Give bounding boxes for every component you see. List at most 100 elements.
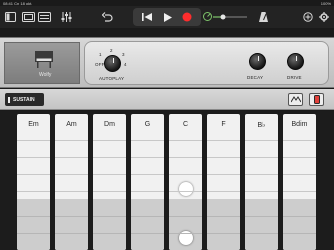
autoplay-knob[interactable] xyxy=(104,55,121,72)
chord-strip-dm[interactable]: Dm xyxy=(93,114,126,250)
strip-divider xyxy=(245,174,278,175)
strip-divider xyxy=(93,233,126,234)
strip-divider xyxy=(17,174,50,175)
chord-strip-bflat[interactable]: B♭ xyxy=(245,114,278,250)
strip-divider xyxy=(131,174,164,175)
metronome-icon[interactable] xyxy=(258,9,269,24)
key-icon xyxy=(313,95,320,104)
autoplay-pos-off: OFF xyxy=(95,62,105,67)
strip-divider xyxy=(17,233,50,234)
sustain-label: SUSTAIN xyxy=(13,96,35,103)
tracks-icon[interactable] xyxy=(38,9,51,24)
transport-controls xyxy=(133,8,201,26)
bass-zone[interactable] xyxy=(93,199,126,250)
strip-divider xyxy=(131,216,164,217)
rewind-icon[interactable] xyxy=(141,10,153,24)
chord-strip-c[interactable]: C xyxy=(169,114,202,250)
decay-label: DECAY xyxy=(247,75,264,80)
bass-zone[interactable] xyxy=(283,199,316,250)
tuner-icon[interactable] xyxy=(202,9,212,24)
chord-strip-bdim[interactable]: Bdim xyxy=(283,114,316,250)
loop-icon[interactable] xyxy=(302,9,313,24)
toolbar xyxy=(0,6,334,28)
decay-knob[interactable] xyxy=(249,53,266,70)
sidebar-icon[interactable] xyxy=(4,9,16,24)
strip-divider xyxy=(245,140,278,141)
strip-divider xyxy=(207,140,240,141)
strip-divider xyxy=(131,233,164,234)
strip-divider xyxy=(245,157,278,158)
strip-divider xyxy=(169,157,202,158)
chord-strips: Em Am Dm G C F B♭ Bdim xyxy=(0,111,334,250)
browser-icon[interactable] xyxy=(22,9,35,24)
strip-divider xyxy=(55,191,88,192)
strip-divider xyxy=(93,157,126,158)
settings-icon[interactable] xyxy=(318,9,330,24)
bass-zone[interactable] xyxy=(131,199,164,250)
chord-label: C xyxy=(182,121,189,128)
strip-divider xyxy=(283,233,316,234)
chord-strip-f[interactable]: F xyxy=(207,114,240,250)
touch-indicator xyxy=(179,182,193,196)
strip-divider xyxy=(17,157,50,158)
drive-knob[interactable] xyxy=(287,53,304,70)
chord-strip-em[interactable]: Em xyxy=(17,114,50,250)
record-icon[interactable] xyxy=(181,10,193,24)
sustain-indicator xyxy=(8,96,10,103)
bass-zone[interactable] xyxy=(55,199,88,250)
strip-divider xyxy=(169,233,202,234)
strip-divider xyxy=(17,191,50,192)
strip-divider xyxy=(169,216,202,217)
undo-icon[interactable] xyxy=(101,9,113,24)
instrument-panel: Wolfy OFF 1 2 3 4 AUTOPLAY DECAY DRIVE xyxy=(0,37,334,88)
strip-divider xyxy=(131,140,164,141)
autoplay-pos-2: 2 xyxy=(110,48,113,53)
autoplay-pos-3: 3 xyxy=(122,52,125,57)
autoplay-pos-1: 1 xyxy=(99,52,102,57)
strip-divider xyxy=(55,140,88,141)
notes-view-button[interactable] xyxy=(309,93,324,106)
chord-label: Am xyxy=(66,121,77,128)
strip-divider xyxy=(283,191,316,192)
strip-divider xyxy=(207,216,240,217)
piano-icon xyxy=(35,51,53,68)
chord-strip-am[interactable]: Am xyxy=(55,114,88,250)
strip-divider xyxy=(93,140,126,141)
chord-strip-g[interactable]: G xyxy=(131,114,164,250)
instrument-thumbnail[interactable]: Wolfy xyxy=(4,42,80,84)
mixer-icon[interactable] xyxy=(60,9,72,24)
strip-divider xyxy=(55,216,88,217)
strip-divider xyxy=(245,191,278,192)
strip-divider xyxy=(207,174,240,175)
strip-divider xyxy=(207,191,240,192)
chord-label: Dm xyxy=(104,121,115,128)
bass-zone[interactable] xyxy=(245,199,278,250)
strip-divider xyxy=(131,191,164,192)
strip-divider xyxy=(169,191,202,192)
strip-divider xyxy=(55,174,88,175)
strip-divider xyxy=(93,216,126,217)
waveform-icon xyxy=(290,96,301,103)
autoplay-label: AUTOPLAY xyxy=(99,76,125,81)
strip-divider xyxy=(283,216,316,217)
strip-divider xyxy=(245,216,278,217)
strip-divider xyxy=(207,233,240,234)
drive-label: DRIVE xyxy=(287,75,302,80)
strip-divider xyxy=(245,233,278,234)
strip-divider xyxy=(169,174,202,175)
chord-label: Bdim xyxy=(291,121,308,128)
strip-divider xyxy=(283,157,316,158)
bass-zone[interactable] xyxy=(17,199,50,250)
chord-view-button[interactable] xyxy=(288,93,303,106)
chord-label: B♭ xyxy=(257,122,266,129)
sustain-button[interactable]: SUSTAIN xyxy=(5,93,44,106)
strip-divider xyxy=(131,157,164,158)
play-icon[interactable] xyxy=(161,10,173,24)
chord-label: G xyxy=(144,121,151,128)
strip-divider xyxy=(283,140,316,141)
strip-divider xyxy=(93,174,126,175)
strip-divider xyxy=(207,157,240,158)
bass-zone[interactable] xyxy=(207,199,240,250)
volume-slider[interactable] xyxy=(213,9,247,24)
instrument-name: Wolfy xyxy=(39,72,52,78)
